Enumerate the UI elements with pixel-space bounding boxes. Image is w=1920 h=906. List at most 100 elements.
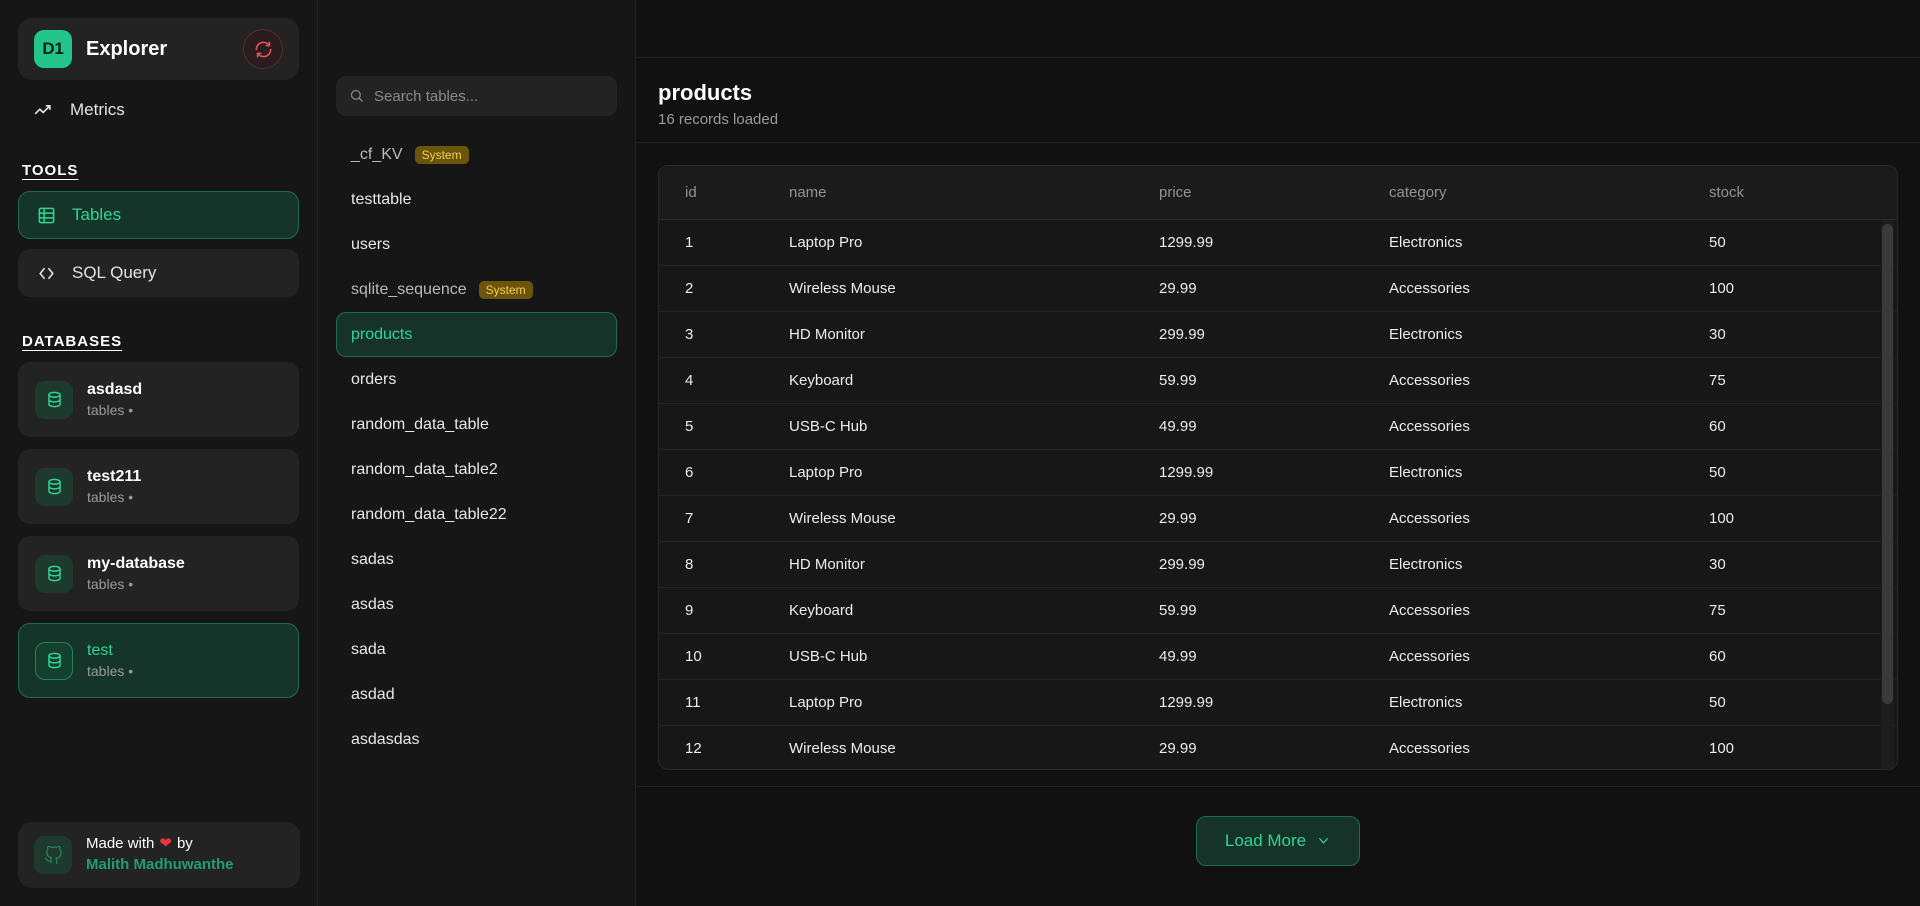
table-list-item-asdasdas[interactable]: asdasdas xyxy=(336,717,617,762)
table-row[interactable]: 8 HD Monitor 299.99 Electronics 30 xyxy=(659,541,1897,588)
credits-text: Made with ❤ by Malith Madhuwanthe xyxy=(86,835,234,875)
credits-by: by xyxy=(176,835,193,853)
table-list-item-random_data_table2[interactable]: random_data_table2 xyxy=(336,447,617,492)
table-name: asdad xyxy=(351,685,395,703)
cell-name: USB-C Hub xyxy=(789,403,1159,450)
table-list-item-orders[interactable]: orders xyxy=(336,357,617,402)
cell-price: 49.99 xyxy=(1159,633,1389,680)
column-header-id[interactable]: id xyxy=(659,166,789,220)
load-more-button[interactable]: Load More xyxy=(1195,815,1361,866)
database-item-my-database[interactable]: my-database tables • xyxy=(18,536,299,611)
system-badge: System xyxy=(478,280,533,299)
cell-stock: 30 xyxy=(1709,311,1897,358)
database-item-test[interactable]: test tables • xyxy=(18,623,299,698)
cell-category: Electronics xyxy=(1389,679,1709,726)
table-list-item-asdad[interactable]: asdad xyxy=(336,672,617,717)
table-row[interactable]: 10 USB-C Hub 49.99 Accessories 60 xyxy=(659,633,1897,680)
table-list-item-sadas[interactable]: sadas xyxy=(336,537,617,582)
cell-stock: 60 xyxy=(1709,633,1897,680)
metrics-label: Metrics xyxy=(70,100,125,119)
github-icon-box xyxy=(34,836,72,874)
table-list-item-products[interactable]: products xyxy=(336,312,617,357)
table-scrollbar-thumb[interactable] xyxy=(1882,224,1893,704)
cell-id: 10 xyxy=(659,633,789,680)
app-root: D1 Explorer Metrics TOOLS Tables SQL Que… xyxy=(0,0,1920,906)
table-row[interactable]: 3 HD Monitor 299.99 Electronics 30 xyxy=(659,311,1897,358)
column-header-name[interactable]: name xyxy=(789,166,1159,220)
database-icon-box xyxy=(35,641,73,680)
cell-name: HD Monitor xyxy=(789,541,1159,588)
cell-name: USB-C Hub xyxy=(789,633,1159,680)
table-row[interactable]: 2 Wireless Mouse 29.99 Accessories 100 xyxy=(659,265,1897,312)
sidebar-item-sql-query[interactable]: SQL Query xyxy=(18,249,299,297)
cell-id: 8 xyxy=(659,541,789,588)
database-icon-box xyxy=(35,380,73,419)
cell-name: Wireless Mouse xyxy=(789,265,1159,312)
table-row[interactable]: 7 Wireless Mouse 29.99 Accessories 100 xyxy=(659,495,1897,542)
table-row[interactable]: 6 Laptop Pro 1299.99 Electronics 50 xyxy=(659,449,1897,496)
sidebar-item-label: SQL Query xyxy=(72,263,157,282)
column-header-price[interactable]: price xyxy=(1159,166,1389,220)
table-list-item-asdas[interactable]: asdas xyxy=(336,582,617,627)
database-name: test211 xyxy=(87,468,142,485)
tools-heading: TOOLS xyxy=(22,162,79,179)
database-text: test211 tables • xyxy=(87,468,141,505)
table-row[interactable]: 5 USB-C Hub 49.99 Accessories 60 xyxy=(659,403,1897,450)
database-subtitle: tables • xyxy=(87,489,134,505)
cell-category: Accessories xyxy=(1389,357,1709,404)
table-list-item-sqlite_sequence[interactable]: sqlite_sequence System xyxy=(336,267,617,312)
table-row[interactable]: 1 Laptop Pro 1299.99 Electronics 50 xyxy=(659,220,1897,266)
table-list-item-sada[interactable]: sada xyxy=(336,627,617,672)
main-content: Connected test products 16 records loade… xyxy=(0,0,1920,906)
database-item-test211[interactable]: test211 tables • xyxy=(18,449,299,524)
table-list-item-random_data_table22[interactable]: random_data_table22 xyxy=(336,492,617,537)
cell-id: 3 xyxy=(659,311,789,358)
table-name: orders xyxy=(351,370,397,388)
database-icon xyxy=(47,391,61,408)
cell-name: Keyboard xyxy=(789,357,1159,404)
table-list-item-testtable[interactable]: testtable xyxy=(336,177,617,222)
app-title: Explorer xyxy=(86,37,168,60)
table-row[interactable]: 9 Keyboard 59.99 Accessories 75 xyxy=(659,587,1897,634)
table-list-item-_cf_KV[interactable]: _cf_KV System xyxy=(336,132,617,177)
column-header-category[interactable]: category xyxy=(1389,166,1709,220)
table-name: sada xyxy=(351,640,386,658)
sidebar-item-metrics[interactable]: Metrics xyxy=(18,84,299,136)
database-item-asdasd[interactable]: asdasd tables • xyxy=(18,362,299,437)
table-list: _cf_KV System testtable users sqlite_seq… xyxy=(336,132,617,762)
table-name: asdas xyxy=(351,595,394,613)
cell-name: HD Monitor xyxy=(789,311,1159,358)
github-icon xyxy=(44,845,62,864)
credits-line-1: Made with ❤ by xyxy=(86,835,234,854)
column-header-stock[interactable]: stock xyxy=(1709,166,1897,220)
database-icon-box xyxy=(35,554,73,593)
refresh-button[interactable] xyxy=(243,29,283,69)
table-list-item-users[interactable]: users xyxy=(336,222,617,267)
table-header-row: id name price category stock xyxy=(659,166,1897,220)
search-wrapper xyxy=(336,76,617,116)
credits-card[interactable]: Made with ❤ by Malith Madhuwanthe xyxy=(18,822,300,888)
cell-stock: 50 xyxy=(1709,220,1897,266)
database-icon xyxy=(47,478,61,495)
cell-category: Accessories xyxy=(1389,633,1709,680)
database-icon-box xyxy=(35,467,73,506)
table-name: asdasdas xyxy=(351,730,420,748)
sidebar-item-label: Tables xyxy=(72,205,122,224)
records-count: 16 records loaded xyxy=(658,111,779,128)
cell-name: Laptop Pro xyxy=(789,449,1159,496)
cell-price: 59.99 xyxy=(1159,587,1389,634)
page-title: products xyxy=(658,80,753,105)
sidebar-item-tables[interactable]: Tables xyxy=(18,191,299,239)
cell-id: 7 xyxy=(659,495,789,542)
cell-stock: 100 xyxy=(1709,725,1897,769)
table-list-item-random_data_table[interactable]: random_data_table xyxy=(336,402,617,447)
database-text: my-database tables • xyxy=(87,555,185,592)
table-row[interactable]: 4 Keyboard 59.99 Accessories 75 xyxy=(659,357,1897,404)
search-input[interactable] xyxy=(336,76,617,116)
table-row[interactable]: 12 Wireless Mouse 29.99 Accessories 100 xyxy=(659,725,1897,769)
table-row[interactable]: 11 Laptop Pro 1299.99 Electronics 50 xyxy=(659,679,1897,726)
cell-category: Accessories xyxy=(1389,403,1709,450)
cell-stock: 50 xyxy=(1709,679,1897,726)
search-icon xyxy=(349,88,364,108)
cell-id: 6 xyxy=(659,449,789,496)
